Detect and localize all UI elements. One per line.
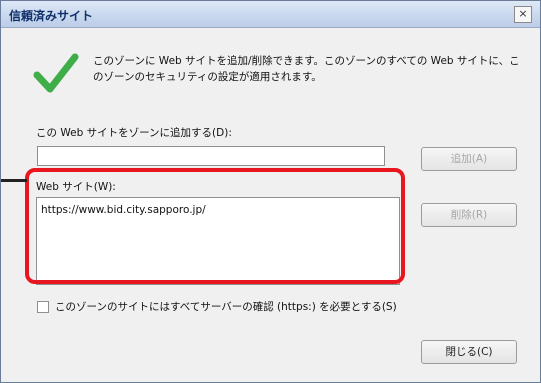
dialog-title: 信頼済みサイト [9, 9, 94, 23]
trusted-sites-dialog: 信頼済みサイト × このゾーンに Web サイトを追加/削除できます。このゾーン… [0, 0, 541, 383]
title-bar[interactable]: 信頼済みサイト × [1, 1, 540, 28]
add-site-label: この Web サイトをゾーンに追加する(D): [36, 127, 232, 139]
remove-button[interactable]: 削除(R) [421, 203, 517, 227]
close-button[interactable]: 閉じる(C) [421, 340, 517, 364]
add-button[interactable]: 追加(A) [421, 147, 517, 171]
close-icon[interactable]: × [514, 6, 532, 23]
highlight-annotation [25, 168, 405, 284]
annotation-pointer-line [1, 179, 27, 182]
checkmark-icon [33, 53, 79, 93]
zone-description: このゾーンに Web サイトを追加/削除できます。このゾーンのすべての Web … [93, 55, 520, 83]
require-https-checkbox[interactable] [37, 301, 49, 313]
require-https-label: このゾーンのサイトにはすべてサーバーの確認 (https:) を必要とする(S) [55, 301, 397, 313]
add-site-input[interactable] [37, 146, 385, 166]
